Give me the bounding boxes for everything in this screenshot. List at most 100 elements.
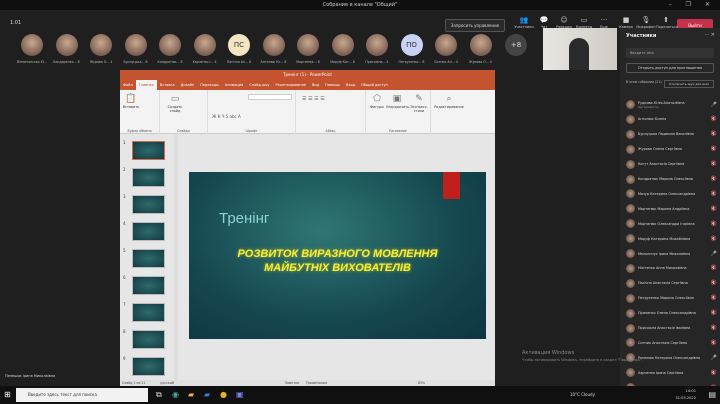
participant-avatar[interactable]: Жукова О... 4 — [465, 34, 497, 64]
participant-avatar[interactable]: ПО Петрусенко... 8 — [396, 34, 428, 64]
tab-2[interactable]: Вставка — [157, 80, 178, 90]
mic-icon[interactable]: 🔇 — [710, 221, 718, 227]
mic-icon[interactable]: 🔇 — [710, 325, 718, 331]
participant-avatar[interactable]: Присяжна... 4 — [361, 34, 393, 64]
participant-avatar[interactable]: Маруф Кат... 8 — [327, 34, 359, 64]
comments-button[interactable]: Примечания — [306, 381, 327, 385]
participant-avatar[interactable]: Кондратюк... 8 — [154, 34, 186, 64]
participant-avatar[interactable]: Мартинюк... 8 — [292, 34, 324, 64]
participant-item[interactable]: Харченко Ірина Сергіївна 🔇 — [626, 366, 718, 379]
toolbar-people-button[interactable]: 👥 Участники — [514, 16, 534, 29]
weather[interactable]: 10°C Cloudy — [570, 392, 595, 397]
mic-icon[interactable]: 🔇 — [710, 206, 718, 212]
participant-item[interactable]: Бурлуцька Людмила Василівна 🔇 — [626, 128, 718, 141]
participant-item[interactable]: Пасічна Анастасія Сергіївна 🔇 — [626, 277, 718, 290]
participant-item[interactable]: Мартинюк Марина Андріївна 🔇 — [626, 202, 718, 215]
mic-icon[interactable]: 🔇 — [710, 146, 718, 152]
mic-icon[interactable]: 🔇 — [710, 295, 718, 301]
participant-avatar[interactable]: Бондаренко... 8 — [51, 34, 83, 64]
start-icon[interactable]: ⊞ — [4, 389, 11, 401]
mic-icon[interactable]: 🔇 — [710, 310, 718, 316]
slide-thumbnail[interactable] — [132, 276, 165, 295]
task-view-icon[interactable]: ⧉ — [156, 389, 162, 401]
mic-icon[interactable]: 🔇 — [710, 265, 718, 271]
tab-6[interactable]: Слайд-шоу — [246, 80, 272, 90]
mic-icon[interactable]: 🔇 — [710, 280, 718, 286]
participant-item[interactable]: Мазур Катерина Олександрівна 🔇 — [626, 187, 718, 200]
slide-thumbnail[interactable] — [132, 141, 165, 160]
participant-item[interactable]: Присяжна Анастасія Іванівна 🔇 — [626, 322, 718, 335]
toolbar-mic-button[interactable]: 🎙 Микрофон — [636, 16, 656, 29]
tab-7[interactable]: Рецензирование — [273, 80, 310, 90]
toolbar-reactions-button[interactable]: ☺ Реакции — [554, 16, 574, 29]
tab-11[interactable]: Общий доступ — [358, 80, 391, 90]
mic-icon[interactable]: 🎤 — [710, 102, 718, 108]
tab-4[interactable]: Переходы — [197, 80, 222, 90]
slide-thumbnail[interactable] — [132, 249, 165, 268]
participant-item[interactable]: Когут Анастасія Сергіївна 🔇 — [626, 158, 718, 171]
participant-avatar[interactable]: Бурлуцька... 8 — [120, 34, 152, 64]
paste-button[interactable]: 📋 Вставить — [122, 93, 140, 109]
participant-avatar[interactable]: Журава О... 4 — [85, 34, 117, 64]
chrome-icon[interactable]: ● — [220, 389, 227, 401]
request-control-button[interactable]: Запросить управление — [445, 19, 505, 32]
paragraph-buttons[interactable]: ☰ ☰ ☰ ☰ — [302, 96, 325, 102]
notifications-icon[interactable]: ▤ — [708, 389, 716, 401]
participant-item[interactable]: Прилипко Олена Олександрівна 🔇 — [626, 307, 718, 320]
thumbnail-scrollbar[interactable] — [174, 135, 178, 380]
zoom-level[interactable]: 83% — [418, 381, 425, 385]
mic-icon[interactable]: 🔇 — [710, 176, 718, 182]
slide-thumbnail[interactable] — [132, 222, 165, 241]
quick-styles-button[interactable]: ✎ Экспресс-стили — [408, 93, 430, 113]
participant-avatar[interactable]: ПС Пасічна Ан... 8 — [223, 34, 255, 64]
edge-icon[interactable]: ◉ — [172, 389, 179, 401]
editing-button[interactable]: ⌕ Редактирование — [434, 93, 464, 109]
toolbar-camera-button[interactable]: ■ Камера — [616, 16, 636, 29]
tab-3[interactable]: Дизайн — [178, 80, 198, 90]
tab-1[interactable]: Главная — [135, 80, 157, 90]
tab-10[interactable]: Вход — [343, 80, 358, 90]
teams-icon[interactable]: ▣ — [236, 389, 244, 401]
word-icon[interactable]: ▰ — [204, 389, 210, 401]
slide-thumbnail[interactable] — [132, 195, 165, 214]
mic-icon[interactable]: 🎤 — [710, 355, 718, 361]
slide-thumbnail[interactable] — [132, 357, 165, 376]
mic-icon[interactable]: 🔇 — [710, 131, 718, 137]
participant-item[interactable]: Маруф Катерина Михайлівна 🔇 — [626, 232, 718, 245]
toolbar-more-button[interactable]: ··· Еще — [594, 16, 614, 29]
shapes-button[interactable]: ⬠ Фигуры — [368, 93, 386, 109]
font-name-select[interactable] — [248, 94, 292, 100]
mic-icon[interactable]: 🔇 — [710, 370, 718, 376]
overflow-avatars[interactable]: +8 — [500, 34, 532, 56]
window-controls[interactable]: – ❐ ✕ — [669, 0, 716, 10]
toolbar-share-button[interactable]: ⬆ Поделиться — [656, 16, 678, 29]
close-icon[interactable]: ··· ✕ — [704, 32, 715, 38]
participant-search-input[interactable]: Введите имя — [626, 48, 714, 58]
participant-item[interactable]: Ситник Анастасія Сергіївна 🔇 — [626, 336, 718, 349]
tab-0[interactable]: Файл — [120, 80, 136, 90]
participant-item[interactable]: Мартинюк Олександра Ігорівна 🔇 — [626, 217, 718, 230]
mic-icon[interactable]: 🔇 — [710, 191, 718, 197]
participant-item[interactable]: Антонюк Ксенія 🔇 — [626, 113, 718, 126]
tab-9[interactable]: Помощь — [322, 80, 343, 90]
mic-icon[interactable]: 🔇 — [710, 340, 718, 346]
slide-thumbnail[interactable] — [132, 168, 165, 187]
participant-avatar[interactable]: Харченко І... 4 — [189, 34, 221, 64]
notes-button[interactable]: Заметки — [285, 381, 299, 385]
participant-item[interactable]: Мельничук Ірина Миколаївна 🎤 — [626, 247, 718, 260]
mute-all-button[interactable]: Отключить звук для всех — [664, 80, 714, 88]
participant-item[interactable]: Кондратюк Марина Олексіївна 🔇 — [626, 173, 718, 186]
clock[interactable]: 14:01 31.03.2022 — [675, 388, 696, 402]
explorer-icon[interactable]: ▰ — [188, 389, 194, 401]
slide-thumbnail[interactable] — [132, 303, 165, 322]
participant-item[interactable]: Журава Олена Сергіївна 🔇 — [626, 143, 718, 156]
arrange-button[interactable]: ▣ Упорядочить — [386, 93, 409, 109]
participant-avatar[interactable]: Вінничанська Ю... — [16, 34, 48, 64]
mic-icon[interactable]: 🔇 — [710, 161, 718, 167]
participant-avatar[interactable]: Антонюк Кс... 8 — [258, 34, 290, 64]
mic-icon[interactable]: 🔇 — [710, 236, 718, 242]
slide-thumbnail[interactable] — [132, 330, 165, 349]
participant-item[interactable]: Петрусенко Марина Олексіївна 🔇 — [626, 292, 718, 305]
toolbar-rooms-button[interactable]: ▭ Комнаты — [574, 16, 594, 29]
participant-item[interactable]: Рудкова Юлія Анатоліївна Организатор 🎤 — [626, 98, 718, 111]
